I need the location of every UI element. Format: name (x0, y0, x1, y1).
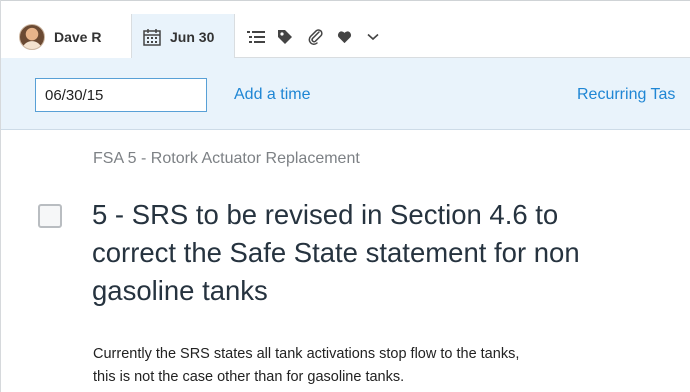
project-name[interactable]: FSA 5 - Rotork Actuator Replacement (93, 150, 360, 168)
task-toolbar: Dave R Jun 30 (1, 0, 690, 59)
task-title[interactable]: 5 - SRS to be revised in Section 4.6 to … (92, 196, 690, 310)
avatar (19, 23, 45, 50)
attachment-icon (308, 28, 323, 45)
assignee-button[interactable]: Dave R (1, 14, 131, 59)
attachment-button[interactable] (307, 28, 337, 46)
heart-button[interactable] (337, 30, 367, 44)
recurring-task-link[interactable]: Recurring Tas (577, 86, 675, 104)
more-actions-button[interactable] (367, 33, 397, 41)
due-date-editor: Add a time Recurring Tas (1, 58, 690, 130)
due-date-input[interactable] (35, 78, 207, 112)
due-date-button[interactable]: Jun 30 (131, 14, 235, 59)
task-description[interactable]: Currently the SRS states all tank activa… (93, 343, 690, 389)
chevron-down-icon (367, 33, 379, 40)
due-date-label: Jun 30 (170, 28, 215, 45)
task-title-line: gasoline tanks (92, 275, 268, 306)
tag-icon (278, 29, 292, 44)
task-description-line: this is not the case other than for gaso… (93, 369, 405, 385)
toolbar-actions (247, 14, 397, 59)
add-time-link[interactable]: Add a time (234, 86, 310, 104)
task-complete-checkbox[interactable] (38, 204, 62, 228)
subtasks-icon (247, 30, 265, 43)
calendar-icon (143, 28, 161, 46)
task-detail-pane: Dave R Jun 30 06/30/15 Add a time Recurr… (0, 0, 690, 392)
task-description-line: Currently the SRS states all tank activa… (93, 346, 520, 362)
subtasks-button[interactable] (247, 30, 277, 44)
assignee-name: Dave R (54, 28, 102, 45)
tag-button[interactable] (277, 29, 307, 45)
task-title-line: correct the Safe State statement for non (92, 237, 580, 268)
heart-icon (337, 30, 352, 43)
task-title-line: 5 - SRS to be revised in Section 4.6 to (92, 199, 559, 230)
